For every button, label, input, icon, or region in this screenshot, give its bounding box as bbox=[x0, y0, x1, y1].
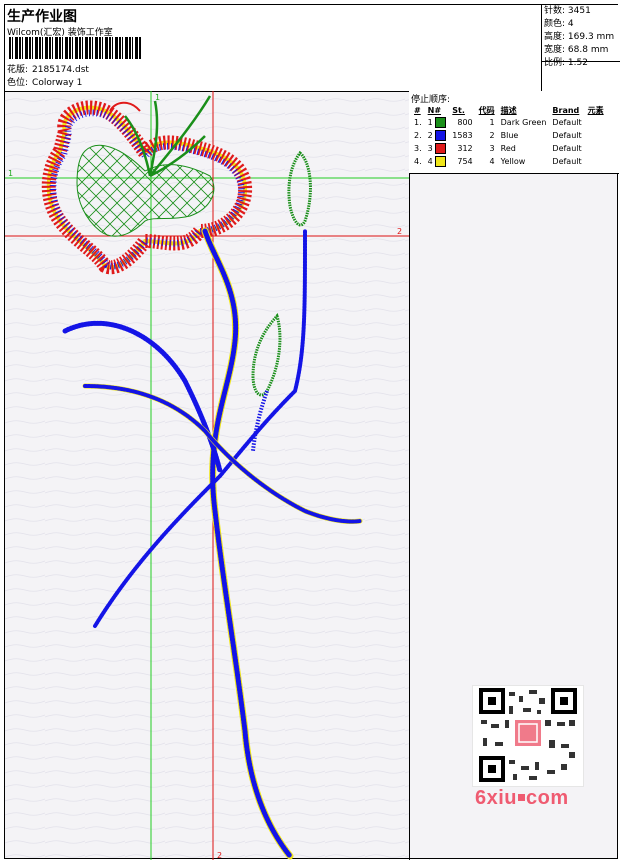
design-file-value: 2185174.dst bbox=[32, 65, 89, 75]
col-brand: Brand bbox=[552, 106, 580, 115]
design-stats: 针数: 3451 颜色: 4 高度: 169.3 mm 宽度: 68.8 mm … bbox=[541, 5, 620, 91]
color-swatch bbox=[435, 130, 447, 141]
col-description: 描述 bbox=[500, 106, 517, 115]
stat-height: 高度: 169.3 mm bbox=[544, 32, 615, 42]
col-code: 代码 bbox=[478, 106, 495, 115]
thread-table-header: # N# St. 代码 描述 Brand 元素 bbox=[411, 105, 607, 116]
colorway-label: 色位: bbox=[7, 78, 29, 88]
thread-row[interactable]: 4. 4 754 4 Yellow Default bbox=[411, 155, 607, 168]
design-file-label: 花版: bbox=[7, 65, 29, 75]
barcode bbox=[9, 37, 141, 59]
worksheet-header: 生产作业图 Wilcom(汇宏) 装饰工作室 花版: 2185174.dst 色位… bbox=[5, 5, 620, 92]
col-index: # bbox=[414, 106, 421, 115]
thread-row[interactable]: 3. 3 312 3 Red Default bbox=[411, 142, 607, 155]
color-swatch bbox=[435, 117, 447, 128]
thread-color-table: # N# St. 代码 描述 Brand 元素 1. 1 800 1 Dark … bbox=[411, 105, 607, 168]
stop-sequence-title: 停止顺序: bbox=[411, 95, 451, 105]
guide-label-v1: 1 bbox=[155, 93, 160, 102]
design-file-row: 花版: 2185174.dst bbox=[7, 62, 89, 75]
stop-sequence-panel: 停止顺序: # N# St. 代码 描述 Brand 元素 1. 1 800 1… bbox=[409, 91, 619, 174]
col-stitches: St. bbox=[452, 106, 465, 115]
guide-label-h2: 2 bbox=[397, 227, 402, 236]
color-swatch bbox=[435, 143, 447, 154]
embroidery-drawing: 1 1 2 2 bbox=[5, 91, 409, 860]
guide-label-h1: 1 bbox=[8, 169, 13, 178]
colorway-value: Colorway 1 bbox=[32, 78, 83, 88]
thread-row[interactable]: 2. 2 1583 2 Blue Default bbox=[411, 129, 607, 142]
color-swatch bbox=[435, 156, 447, 167]
stat-stitches: 针数: 3451 bbox=[544, 6, 591, 16]
embroidery-preview[interactable]: 1 1 2 2 bbox=[5, 91, 410, 860]
thread-row[interactable]: 1. 1 800 1 Dark Green Default bbox=[411, 116, 607, 129]
watermark: 6xiu com bbox=[475, 787, 569, 809]
stat-colors: 颜色: 4 bbox=[544, 19, 574, 29]
stat-width: 宽度: 68.8 mm bbox=[544, 45, 609, 55]
worksheet-title: 生产作业图 bbox=[7, 9, 77, 25]
qr-code bbox=[472, 685, 584, 787]
colorway-row: 色位: Colorway 1 bbox=[7, 75, 82, 88]
guide-label-v2: 2 bbox=[217, 851, 222, 860]
col-element: 元素 bbox=[587, 106, 604, 115]
stat-scale: 比例: 1.52 bbox=[544, 58, 588, 68]
col-n: N# bbox=[427, 106, 442, 115]
stats-divider bbox=[542, 61, 620, 62]
